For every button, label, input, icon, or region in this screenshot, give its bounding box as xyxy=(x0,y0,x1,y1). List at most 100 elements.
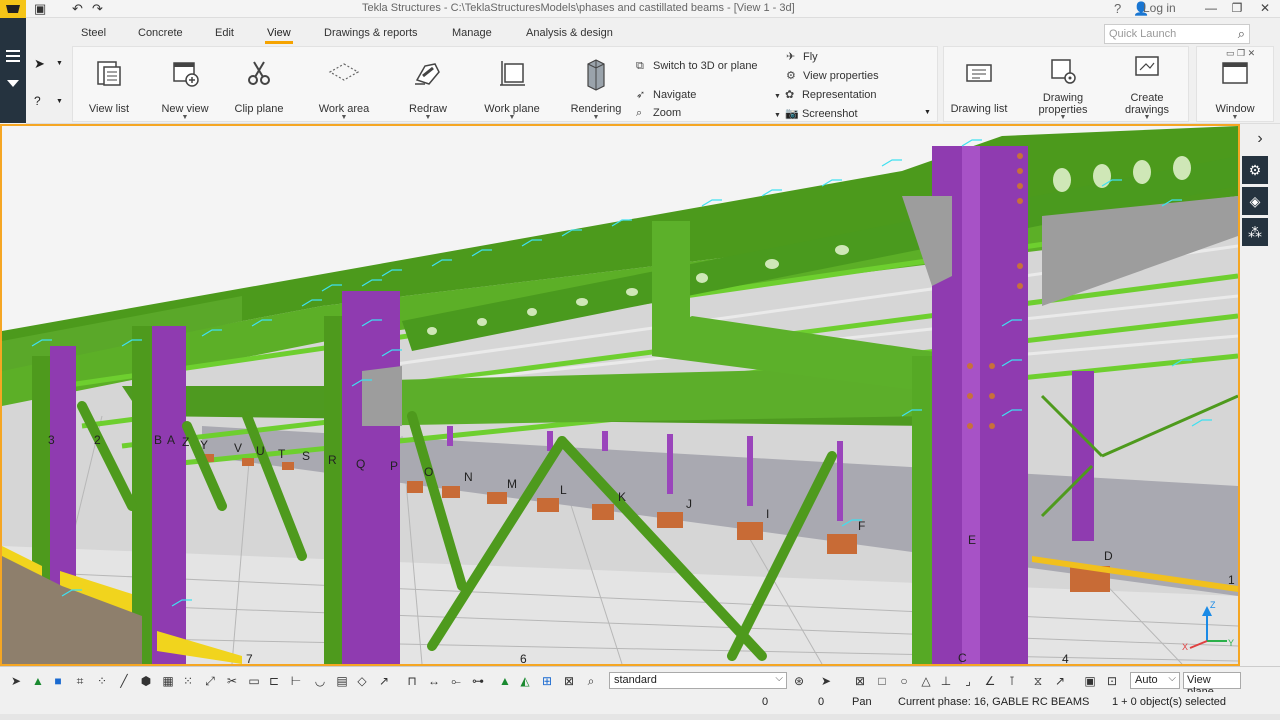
pointer-dropdown-icon[interactable]: ▼ xyxy=(56,60,63,67)
zoom-button[interactable]: ⌕ Zoom xyxy=(636,107,681,120)
properties-gear-icon[interactable]: ⚙ xyxy=(1242,156,1268,184)
collapse-arrow-icon[interactable] xyxy=(7,80,19,87)
snap-x-icon[interactable]: ⧖ xyxy=(1030,673,1046,689)
create-drawings-dropdown-icon[interactable]: ▼ xyxy=(1112,114,1182,121)
select-objects-icon[interactable]: ◡ xyxy=(312,673,328,689)
drawing-list-button[interactable]: Drawing list xyxy=(944,48,1014,120)
help-pointer-icon[interactable]: ? xyxy=(34,94,41,108)
snap-reference-icon[interactable]: ⊓ xyxy=(404,673,420,689)
redo-icon[interactable]: ↷ xyxy=(92,1,103,17)
select-planes-icon[interactable]: ⊏ xyxy=(266,673,282,689)
select-views-icon[interactable]: ▭ xyxy=(246,673,262,689)
maximize-button[interactable]: ❐ xyxy=(1224,0,1250,18)
select-cuts-icon[interactable]: ✂ xyxy=(224,673,240,689)
help-icon[interactable]: ? xyxy=(1114,1,1121,17)
tab-manage[interactable]: Manage xyxy=(452,27,492,39)
snap-square-icon[interactable]: □ xyxy=(874,673,890,689)
filter-settings-icon[interactable]: ⊛ xyxy=(791,673,807,689)
work-plane-dropdown-icon[interactable]: ▼ xyxy=(477,114,547,121)
representation-button[interactable]: ▼ ✿ Representation xyxy=(774,88,877,101)
quick-launch-input[interactable]: Quick Launch ⌕ xyxy=(1104,24,1250,44)
new-view-button[interactable]: New view ▼ xyxy=(150,48,220,121)
snap-corner-icon[interactable]: ⌟ xyxy=(960,673,976,689)
tab-drawings-reports[interactable]: Drawings & reports xyxy=(324,27,418,39)
representation-dropdown-icon[interactable]: ▼ xyxy=(774,93,781,100)
rendering-dropdown-icon[interactable]: ▼ xyxy=(561,114,631,121)
select-bolts-icon[interactable]: ⁙ xyxy=(180,673,196,689)
select-grid-icon[interactable]: ⌗ xyxy=(72,673,88,689)
select-pointer-icon[interactable]: ➤ xyxy=(818,673,834,689)
clip-plane-button[interactable]: Clip plane xyxy=(224,48,294,120)
select-parts-icon[interactable]: ▲ xyxy=(30,673,46,689)
tab-analysis-design[interactable]: Analysis & design xyxy=(526,27,613,39)
select-welds-icon[interactable]: ⤢ xyxy=(202,673,218,689)
work-area-dropdown-icon[interactable]: ▼ xyxy=(309,114,379,121)
snap-geometry-icon[interactable]: ▲ xyxy=(497,673,513,689)
select-reference-icon[interactable]: ⊢ xyxy=(288,673,304,689)
snap-line-icon[interactable]: ⊶ xyxy=(470,673,486,689)
snap-nearest-icon[interactable]: ↗ xyxy=(1052,673,1068,689)
login-link[interactable]: Log in xyxy=(1143,1,1176,15)
select-layers-icon[interactable]: ◇ xyxy=(354,673,370,689)
select-grid-lines-icon[interactable]: ▦ xyxy=(160,673,176,689)
view-plane-select[interactable]: View plane xyxy=(1183,672,1241,698)
snap-override-icon[interactable]: ▣ xyxy=(1082,673,1098,689)
snap-intersect-icon[interactable]: ⊠ xyxy=(852,673,868,689)
snap-ortho-icon[interactable]: ⊺ xyxy=(1004,673,1020,689)
snap-midpoint-icon[interactable]: ⟜ xyxy=(448,673,464,689)
drawing-properties-dropdown-icon[interactable]: ▼ xyxy=(1028,114,1098,121)
catalog-cube-icon[interactable]: ◈ xyxy=(1242,187,1268,215)
snap-grid-icon[interactable]: ⊞ xyxy=(539,673,555,689)
select-surface-icon[interactable]: ■ xyxy=(50,673,66,689)
snap-plane-icon[interactable]: ◭ xyxy=(517,673,533,689)
undo-icon[interactable]: ↶ xyxy=(72,1,83,17)
select-all-icon[interactable]: ➤ xyxy=(8,673,24,689)
snap-circle-icon[interactable]: ○ xyxy=(896,673,912,689)
close-button[interactable]: ✕ xyxy=(1252,0,1278,18)
tab-edit[interactable]: Edit xyxy=(215,27,234,39)
minimize-button[interactable]: — xyxy=(1198,0,1224,18)
save-icon[interactable]: ▣ xyxy=(34,1,46,17)
drawing-properties-button[interactable]: Drawing properties ▼ xyxy=(1028,48,1098,121)
select-assemblies-icon[interactable]: ▤ xyxy=(334,673,350,689)
redraw-button[interactable]: Redraw ▼ xyxy=(393,48,463,121)
work-plane-button[interactable]: Work plane ▼ xyxy=(477,48,547,121)
view-list-button[interactable]: View list xyxy=(74,48,144,120)
select-component-icon[interactable]: ⬢ xyxy=(138,673,154,689)
selection-filter-select[interactable]: standard ⌵ xyxy=(609,672,787,689)
tab-concrete[interactable]: Concrete xyxy=(138,27,183,39)
create-drawings-button[interactable]: Create drawings ▼ xyxy=(1112,48,1182,121)
panel-expand-icon[interactable]: ▼ xyxy=(924,109,931,116)
redraw-dropdown-icon[interactable]: ▼ xyxy=(393,114,463,121)
snap-triangle-icon[interactable]: △ xyxy=(918,673,934,689)
snap-perp-icon[interactable]: ⊥ xyxy=(938,673,954,689)
select-points-icon[interactable]: ⁘ xyxy=(94,673,110,689)
new-view-dropdown-icon[interactable]: ▼ xyxy=(150,114,220,121)
tab-view[interactable]: View xyxy=(265,27,293,44)
snap-angle-icon[interactable]: ∠ xyxy=(982,673,998,689)
snap-mode-select[interactable]: Auto ⌵ xyxy=(1130,672,1180,689)
snap-endpoint-icon[interactable]: ↔ xyxy=(426,673,442,689)
model-view-3d[interactable]: B A Z Y V U T S R Q P O N M L K J I F E … xyxy=(0,124,1240,666)
screenshot-dropdown-icon[interactable]: ▼ xyxy=(774,112,781,119)
snap-extension-icon[interactable]: ⊡ xyxy=(1104,673,1120,689)
rendering-button[interactable]: Rendering ▼ xyxy=(561,48,631,121)
view-properties-button[interactable]: ⚙ View properties xyxy=(786,69,879,82)
work-area-button[interactable]: Work area ▼ xyxy=(309,48,379,121)
snap-any-icon[interactable]: ⊠ xyxy=(561,673,577,689)
fly-button[interactable]: ✈ Fly xyxy=(786,50,818,63)
tekla-logo-icon[interactable] xyxy=(0,0,26,18)
select-pointer-icon[interactable]: ➤ xyxy=(34,56,45,72)
screenshot-button[interactable]: ▼ 📷 Screenshot xyxy=(774,107,858,120)
help-dropdown-icon[interactable]: ▼ xyxy=(56,98,63,105)
window-dropdown-icon[interactable]: ▼ xyxy=(1200,114,1270,121)
view-restore-icon[interactable]: ▭ ❐ ✕ xyxy=(1226,48,1255,59)
components-icon[interactable]: ⁂ xyxy=(1242,218,1268,246)
tab-steel[interactable]: Steel xyxy=(81,27,106,39)
snap-zoom-icon[interactable]: ⌕ xyxy=(583,673,599,689)
select-tool-icon[interactable]: ↗ xyxy=(376,673,392,689)
navigate-button[interactable]: ➶ Navigate xyxy=(636,88,696,101)
select-line-icon[interactable]: ╱ xyxy=(116,673,132,689)
hamburger-menu-icon[interactable] xyxy=(0,46,26,68)
switch-3d-plane-button[interactable]: ⧉ Switch to 3D or plane xyxy=(636,60,758,73)
